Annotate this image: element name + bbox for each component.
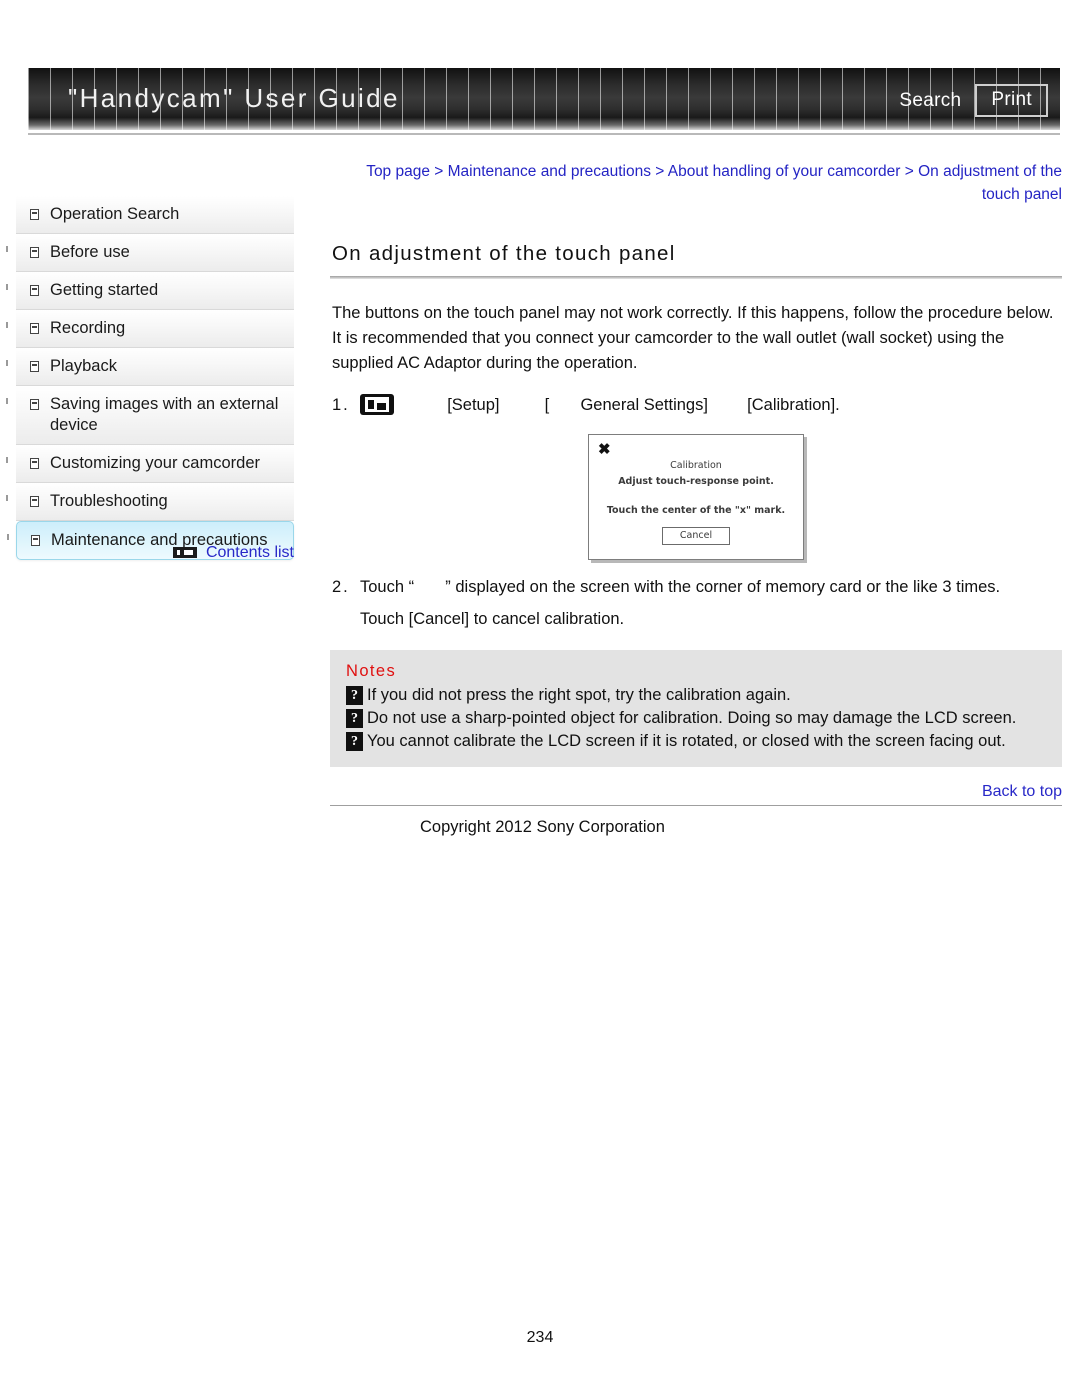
note-text: If you did not press the right spot, try… bbox=[367, 686, 791, 704]
tick-mark-icon bbox=[6, 322, 8, 328]
calibration-screenshot: ✖ Calibration Adjust touch-response poin… bbox=[588, 434, 804, 560]
page-number: 234 bbox=[526, 1329, 554, 1346]
header-divider bbox=[28, 133, 1060, 135]
tick-mark-icon bbox=[6, 457, 8, 463]
step-2-line-2: Touch [Cancel] to cancel calibration. bbox=[360, 610, 625, 628]
note-text: Do not use a sharp-pointed object for ca… bbox=[367, 709, 1017, 727]
bullet-icon bbox=[30, 247, 39, 258]
note-item: ? If you did not press the right spot, t… bbox=[346, 684, 1048, 707]
step-2-line-1: Touch “ ” displayed on the screen with t… bbox=[360, 574, 1062, 600]
note-text: You cannot calibrate the LCD screen if i… bbox=[367, 732, 1006, 750]
notes-title: Notes bbox=[346, 662, 397, 680]
missing-image-icon: ? bbox=[346, 732, 363, 751]
step-1: 1. [Setup] [ General Settings] [Calibrat… bbox=[332, 392, 1062, 418]
step-2-text-a: Touch “ bbox=[360, 578, 415, 596]
step-1-general-settings-label: General Settings] bbox=[580, 396, 708, 414]
calibration-screen-instruction: Touch the center of the "x" mark. bbox=[606, 505, 786, 516]
tick-mark-icon bbox=[6, 284, 8, 290]
sidebar-item-label: Customizing your camcorder bbox=[50, 454, 260, 472]
step-1-calibration-label: [Calibration]. bbox=[747, 396, 840, 414]
bullet-icon bbox=[30, 209, 39, 220]
missing-image-icon: ? bbox=[346, 709, 363, 728]
bullet-icon bbox=[30, 361, 39, 372]
sidebar-item-recording[interactable]: Recording bbox=[6, 310, 294, 348]
intro-paragraph: The buttons on the touch panel may not w… bbox=[332, 304, 1054, 372]
tick-mark-icon bbox=[7, 534, 9, 540]
contents-list-icon bbox=[172, 546, 197, 558]
sidebar-item-playback[interactable]: Playback bbox=[6, 348, 294, 386]
step-1-setup-label: [Setup] bbox=[447, 396, 500, 414]
note-item: ? Do not use a sharp-pointed object for … bbox=[346, 707, 1048, 730]
step-1-number: 1. bbox=[332, 396, 350, 414]
sidebar-item-saving-images[interactable]: Saving images with an external device bbox=[6, 386, 294, 445]
back-to-top-link[interactable]: Back to top bbox=[330, 783, 1062, 801]
tick-mark-icon bbox=[6, 495, 8, 501]
contents-list-link[interactable]: Contents list bbox=[206, 544, 294, 561]
contents-list-row: Contents list bbox=[16, 544, 294, 562]
step-2-number: 2. bbox=[332, 578, 350, 596]
tick-mark-icon bbox=[6, 398, 8, 404]
step-2-text-b: ” displayed on the screen with the corne… bbox=[445, 578, 1001, 596]
bullet-icon bbox=[30, 458, 39, 469]
header-actions: Search Print bbox=[899, 84, 1048, 117]
bullet-icon bbox=[30, 496, 39, 507]
main-content: Top page > Maintenance and precautions >… bbox=[330, 160, 1062, 837]
copyright-text: Copyright 2012 Sony Corporation bbox=[420, 818, 665, 836]
notes-box: Notes ? If you did not press the right s… bbox=[330, 650, 1062, 767]
sidebar-item-label: Playback bbox=[50, 357, 117, 375]
sidebar-item-label: Before use bbox=[50, 243, 130, 261]
calibration-screenshot-wrap: ✖ Calibration Adjust touch-response poin… bbox=[330, 434, 1062, 560]
calibration-cancel-button: Cancel bbox=[662, 527, 730, 545]
breadcrumb[interactable]: Top page > Maintenance and precautions >… bbox=[330, 160, 1062, 206]
note-item: ? You cannot calibrate the LCD screen if… bbox=[346, 730, 1048, 753]
sidebar-item-label: Operation Search bbox=[50, 205, 180, 223]
sidebar-item-label: Saving images with an external device bbox=[50, 395, 279, 434]
print-button[interactable]: Print bbox=[975, 84, 1048, 117]
site-header: "Handycam" User Guide Search Print bbox=[28, 68, 1060, 130]
bullet-icon bbox=[30, 323, 39, 334]
step-2: 2. Touch “ ” displayed on the screen wit… bbox=[332, 574, 1062, 632]
site-title: "Handycam" User Guide bbox=[68, 83, 400, 113]
missing-image-icon: ? bbox=[346, 686, 363, 705]
sidebar-item-label: Recording bbox=[50, 319, 126, 337]
sidebar-item-before-use[interactable]: Before use bbox=[6, 234, 294, 272]
footer-divider bbox=[330, 805, 1062, 806]
calibration-x-mark-icon: ✖ bbox=[598, 441, 611, 458]
sidebar-item-label: Troubleshooting bbox=[50, 492, 168, 510]
calibration-screen-title: Calibration bbox=[670, 460, 722, 471]
search-button[interactable]: Search bbox=[899, 90, 961, 112]
sidebar-item-label: Getting started bbox=[50, 281, 159, 299]
title-divider bbox=[330, 276, 1062, 279]
page-title: On adjustment of the touch panel bbox=[332, 242, 676, 265]
step-1-open-bracket: [ bbox=[544, 396, 550, 414]
sidebar-nav: Operation Search Before use Getting star… bbox=[6, 196, 294, 560]
sidebar-item-getting-started[interactable]: Getting started bbox=[6, 272, 294, 310]
step-2-body: Touch “ ” displayed on the screen with t… bbox=[360, 574, 1062, 632]
sidebar-item-customizing[interactable]: Customizing your camcorder bbox=[6, 445, 294, 483]
calibration-screen-subtitle: Adjust touch-response point. bbox=[618, 476, 774, 487]
bullet-icon bbox=[30, 399, 39, 410]
tick-mark-icon bbox=[6, 246, 8, 252]
tick-mark-icon bbox=[6, 360, 8, 366]
step-1-body: [Setup] [ General Settings] [Calibration… bbox=[360, 392, 1062, 418]
menu-button-icon bbox=[360, 394, 394, 415]
sidebar-item-troubleshooting[interactable]: Troubleshooting bbox=[6, 483, 294, 521]
bullet-icon bbox=[30, 285, 39, 296]
sidebar-item-operation-search[interactable]: Operation Search bbox=[16, 196, 294, 234]
